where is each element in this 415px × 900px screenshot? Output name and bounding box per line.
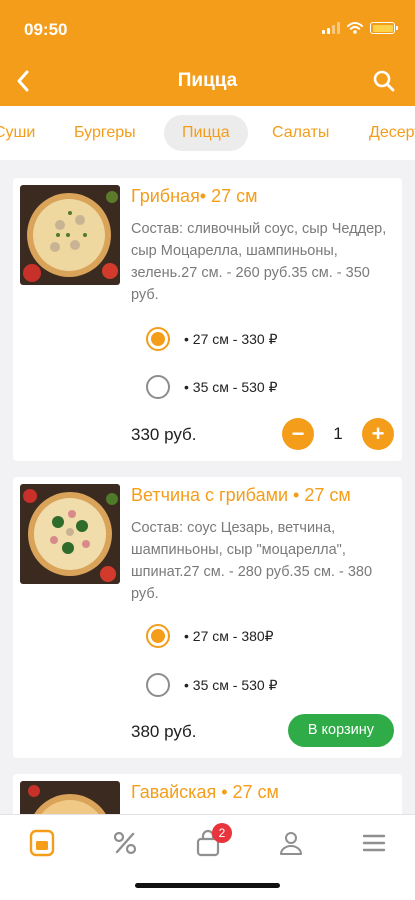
size-option[interactable]: • 35 см - 530 ₽ [146, 374, 277, 400]
nav-menu[interactable] [22, 827, 62, 859]
radio-button[interactable] [146, 673, 170, 697]
search-button[interactable] [367, 64, 401, 98]
product-price: 380 руб. [131, 722, 197, 741]
radio-button[interactable] [146, 375, 170, 399]
size-option-label: • 27 см - 330 ₽ [184, 330, 278, 347]
size-option[interactable]: • 35 см - 530 ₽ [146, 672, 277, 698]
decrease-button[interactable]: − [282, 418, 314, 450]
nav-bar: Пицца [0, 56, 415, 106]
battery-icon [370, 22, 398, 34]
signal-icon [322, 22, 340, 34]
add-to-cart-button[interactable]: В корзину [287, 714, 394, 747]
size-option-label: • 35 см - 530 ₽ [184, 378, 278, 395]
discount-icon [113, 831, 137, 855]
product-price: 330 руб. [131, 425, 197, 444]
menu-icon [29, 829, 55, 857]
tab-salads[interactable]: Салаты [272, 115, 329, 151]
size-option[interactable]: • 27 см - 330 ₽ [146, 326, 277, 352]
tab-sushi[interactable]: Суши [0, 115, 35, 151]
hamburger-icon [362, 834, 386, 852]
size-option-label: • 27 см - 380₽ [184, 627, 274, 644]
status-time: 09:50 [24, 20, 68, 39]
search-icon [373, 70, 395, 92]
radio-button-checked[interactable] [146, 327, 170, 351]
cart-badge: 2 [212, 823, 232, 843]
radio-button-checked[interactable] [146, 624, 170, 648]
quantity-value: 1 [333, 424, 343, 443]
product-image[interactable] [20, 484, 120, 584]
product-card: Грибная• 27 см Состав: сливочный соус, с… [13, 178, 402, 461]
page-title: Пицца [177, 70, 238, 91]
profile-icon [280, 832, 302, 855]
nav-cart[interactable]: 2 [188, 823, 232, 859]
nav-profile[interactable] [271, 827, 311, 859]
size-option-label: • 35 см - 530 ₽ [184, 676, 278, 693]
increase-button[interactable]: + [362, 418, 394, 450]
home-indicator [135, 883, 280, 888]
product-title: Гавайская • 27 см [131, 782, 279, 802]
product-description: Состав: сливочный соус, сыр Чеддер, сыр … [131, 221, 387, 303]
product-title: Грибная• 27 см [131, 186, 258, 206]
wifi-icon [347, 22, 363, 34]
category-tabs: Суши Бургеры Пицца Салаты Десерты [0, 106, 415, 160]
tab-pizza[interactable]: Пицца [164, 115, 248, 151]
status-bar: 09:50 [0, 0, 415, 56]
size-option[interactable]: • 27 см - 380₽ [146, 623, 274, 649]
nav-discounts[interactable] [105, 827, 145, 859]
nav-more[interactable] [354, 827, 394, 859]
product-description: Состав: соус Цезарь, ветчина, шампиньоны… [131, 520, 373, 602]
app-header: 09:50 Пицца [0, 0, 415, 106]
product-title: Ветчина с грибами • 27 см [131, 485, 351, 505]
product-card: Ветчина с грибами • 27 см Состав: соус Ц… [13, 477, 402, 758]
tab-burgers[interactable]: Бургеры [74, 115, 136, 151]
quantity-stepper: − 1 + [282, 418, 394, 450]
product-image[interactable] [20, 185, 120, 285]
status-icons [322, 22, 398, 34]
tab-desserts[interactable]: Десерты [369, 115, 415, 151]
